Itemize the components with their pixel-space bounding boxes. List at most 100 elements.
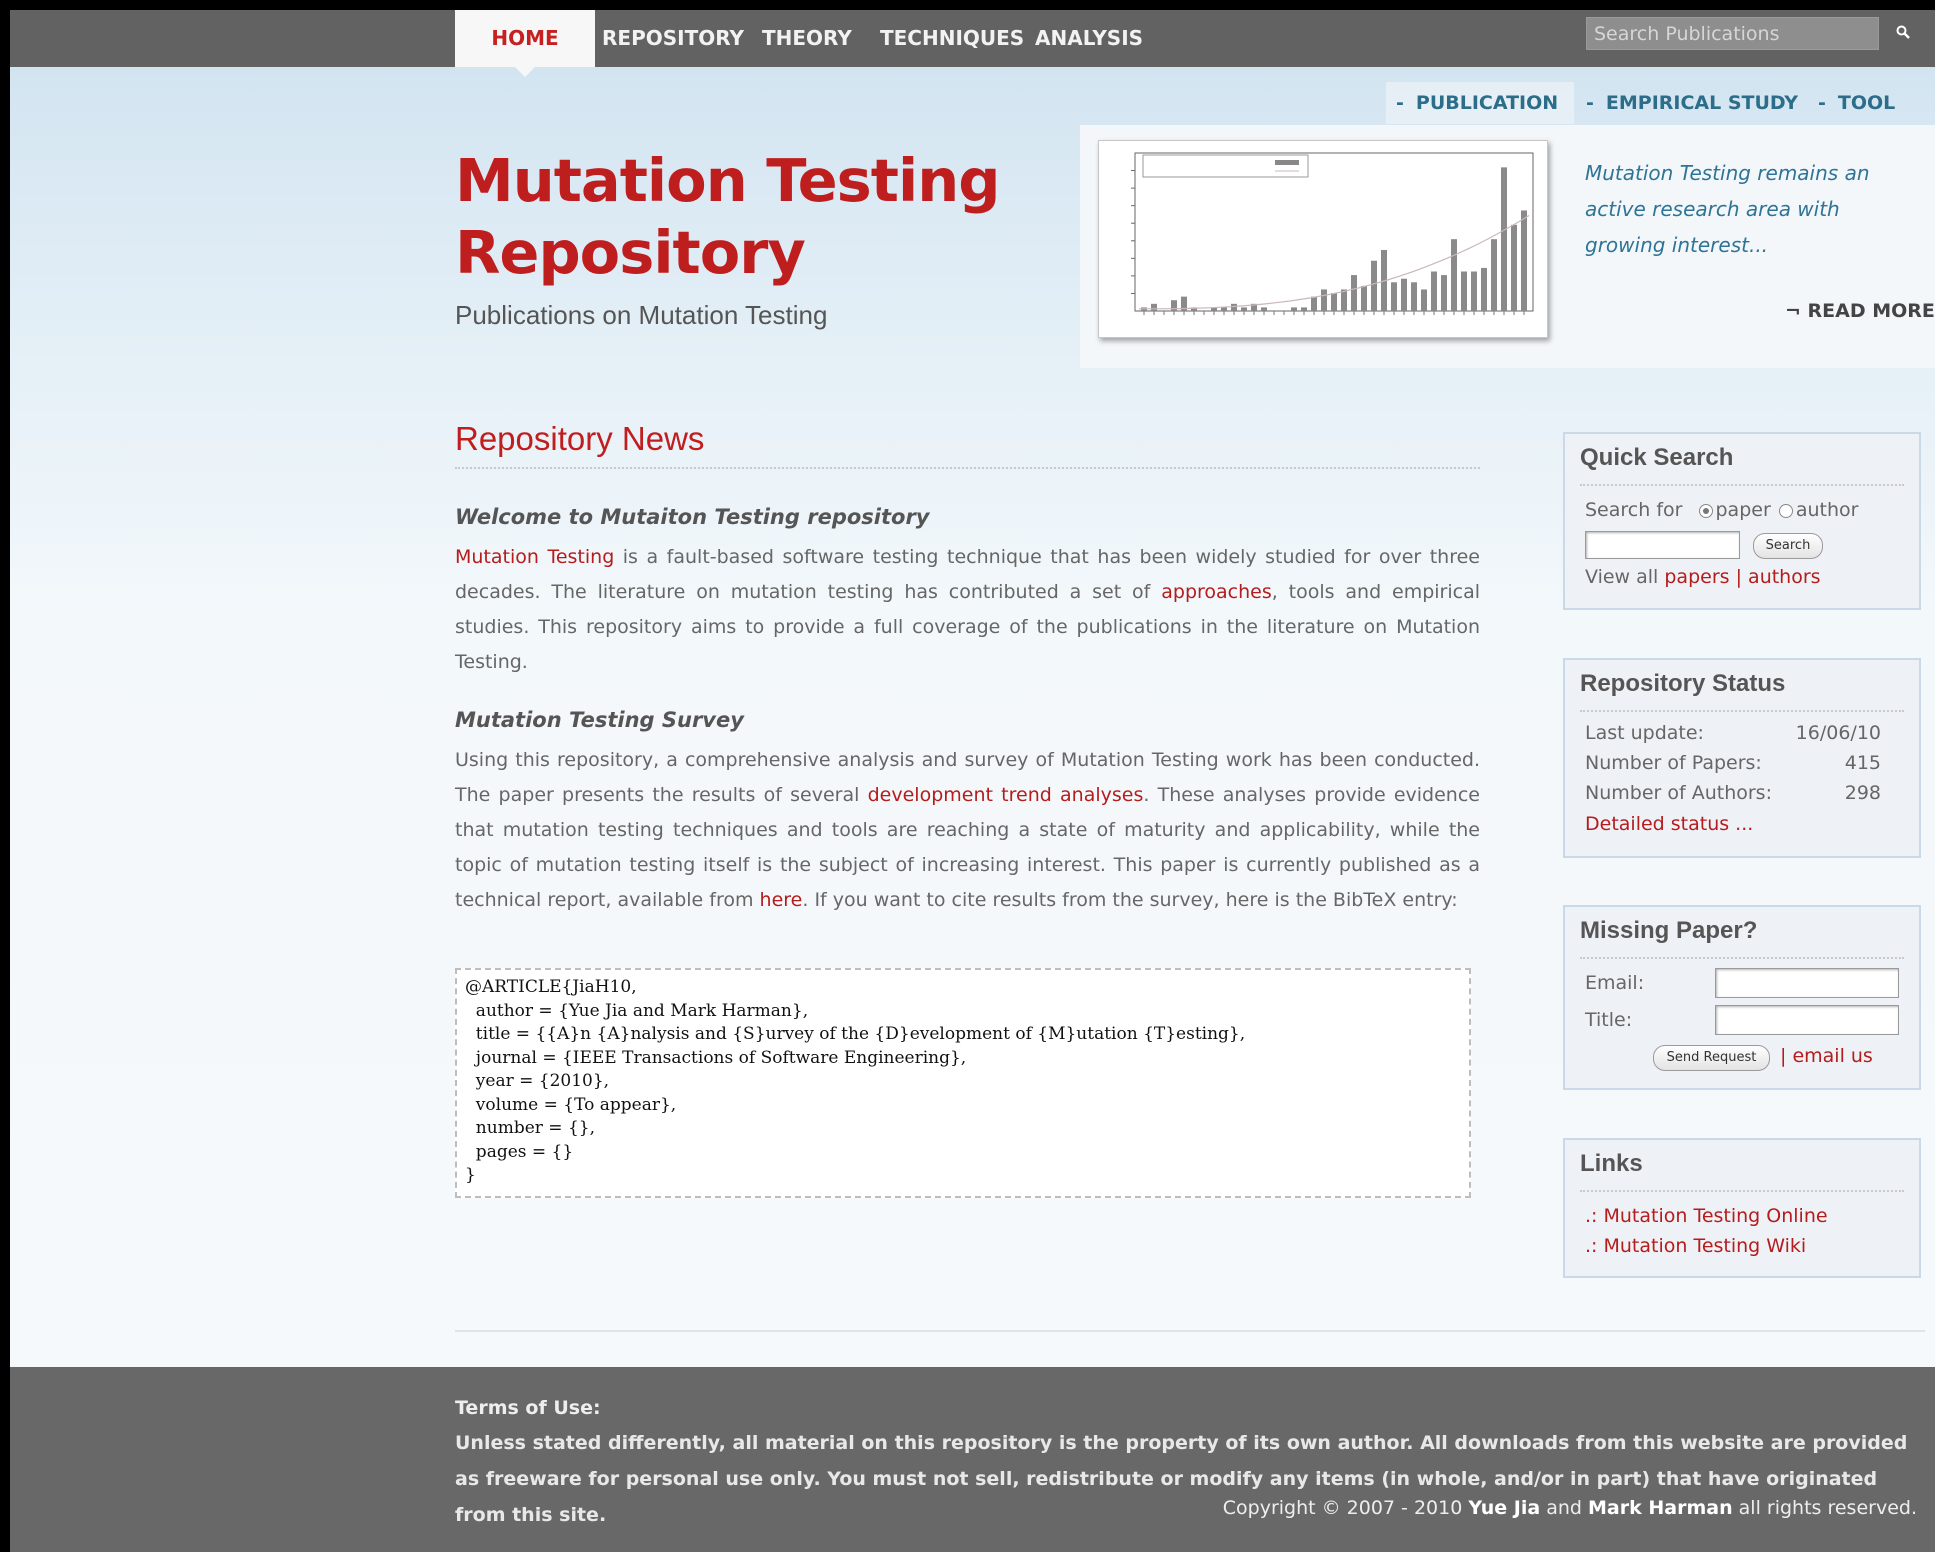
bullet-icon: - [1396, 92, 1404, 114]
tab-repository[interactable]: REPOSITORY [602, 10, 744, 67]
chart-bar [1481, 267, 1487, 311]
legend-box [1142, 154, 1309, 178]
missing-paper-box: Missing Paper? Email: Title: Send Reques… [1563, 905, 1921, 1090]
author-link[interactable]: Mark Harman [1588, 1497, 1733, 1519]
here-link[interactable]: here [760, 889, 803, 911]
box-title: Repository Status [1580, 670, 1786, 697]
trend-analyses-link[interactable]: development trend analyses [868, 784, 1144, 806]
chart-bar [1401, 278, 1407, 311]
chart-bar [1321, 289, 1327, 311]
chart-bar [1241, 307, 1247, 311]
status-value: 415 [1844, 752, 1881, 774]
box-title: Quick Search [1580, 444, 1734, 471]
bibtex-entry: @ARTICLE{JiaH10, author = {Yue Jia and M… [455, 968, 1471, 1198]
search-icon[interactable] [1896, 25, 1910, 39]
chart-bar [1291, 307, 1297, 311]
email-field[interactable] [1715, 968, 1899, 998]
approaches-link[interactable]: approaches [1161, 581, 1272, 603]
chart-bar [1501, 167, 1507, 311]
repository-status-box: Repository Status Last update: 16/06/10 … [1563, 658, 1921, 858]
tab-theory[interactable]: THEORY [762, 10, 852, 67]
chart-bar [1371, 260, 1377, 311]
author-link[interactable]: Yue Jia [1468, 1497, 1540, 1519]
chart-bar [1311, 296, 1317, 311]
copyright-prefix: Copyright © 2007 - 2010 [1222, 1497, 1463, 1519]
search-options: Search for paper author [1585, 499, 1858, 521]
mutation-testing-link[interactable]: Mutation Testing [455, 546, 614, 568]
bullet-icon: - [1818, 92, 1826, 114]
chart-bar [1361, 285, 1367, 311]
divider [455, 1330, 1925, 1332]
divider [1580, 1190, 1904, 1192]
view-all-label: View all [1585, 566, 1659, 588]
bullet-icon: - [1586, 92, 1594, 114]
detailed-status-link[interactable]: Detailed status ... [1585, 813, 1753, 835]
terms-label: Terms of Use: [455, 1397, 601, 1419]
chart-bar [1421, 289, 1427, 311]
chart-bar [1331, 293, 1337, 311]
chart-bar [1511, 224, 1517, 311]
quick-search-input[interactable] [1585, 531, 1740, 559]
search-for-label: Search for [1585, 499, 1683, 521]
chart-bar [1301, 307, 1307, 311]
tab-techniques[interactable]: TECHNIQUES [880, 10, 1024, 67]
email-label: Email: [1585, 972, 1645, 994]
papers-link[interactable]: papers [1664, 566, 1729, 588]
quick-search-box: Quick Search Search for paper author Sea… [1563, 432, 1921, 610]
divider [455, 467, 1480, 469]
subnav-publication[interactable]: - PUBLICATION [1386, 82, 1574, 124]
email-us-row: | email us [1780, 1045, 1873, 1067]
author-option-label: author [1795, 499, 1859, 521]
paper-radio[interactable] [1698, 503, 1713, 518]
chart-bar [1261, 307, 1267, 311]
chart-bar [1391, 282, 1397, 311]
browser-page: HOME REPOSITORY THEORY TECHNIQUES ANALYS… [10, 10, 1935, 1552]
subnav-label: EMPIRICAL STUDY [1605, 92, 1799, 114]
tab-home[interactable]: HOME [455, 10, 595, 77]
legend-swatch [1275, 160, 1299, 165]
chart-bar [1521, 210, 1527, 311]
publication-bar-chart [1131, 152, 1534, 315]
authors-link[interactable]: authors [1748, 566, 1821, 588]
status-label: Number of Authors: [1585, 782, 1772, 804]
chart-bar [1471, 271, 1477, 311]
box-title: Links [1580, 1150, 1643, 1177]
status-label: Last update: [1585, 722, 1704, 744]
paragraph-text: . If you want to cite results from the s… [802, 889, 1458, 911]
paper-option-label: paper [1715, 499, 1771, 521]
link-mutation-testing-wiki[interactable]: .: Mutation Testing Wiki [1585, 1235, 1806, 1257]
chart-bar [1341, 289, 1347, 311]
top-nav: HOME REPOSITORY THEORY TECHNIQUES ANALYS… [10, 10, 1935, 77]
chart-bar [1491, 239, 1497, 311]
links-box: Links .: Mutation Testing Online .: Muta… [1563, 1138, 1921, 1278]
chart-bar [1231, 303, 1237, 311]
subnav-label: TOOL [1837, 92, 1896, 114]
separator: | [1780, 1045, 1787, 1067]
email-us-link[interactable]: email us [1792, 1045, 1872, 1067]
divider [1580, 710, 1904, 712]
search-button[interactable]: Search [1753, 533, 1823, 559]
link-mutation-testing-online[interactable]: .: Mutation Testing Online [1585, 1205, 1828, 1227]
publication-chart[interactable] [1098, 140, 1548, 338]
subnav-tool[interactable]: - TOOL [1818, 82, 1895, 124]
tab-analysis[interactable]: ANALYSIS [1035, 10, 1143, 67]
search-input[interactable]: Search Publications [1586, 17, 1879, 50]
copyright-suffix: all rights reserved. [1738, 1497, 1917, 1519]
bibtex-code: @ARTICLE{JiaH10, author = {Yue Jia and M… [465, 977, 1246, 1185]
author-radio[interactable] [1778, 503, 1793, 518]
site-title-line: Repository [455, 218, 806, 287]
copyright-and: and [1546, 1497, 1582, 1519]
subnav-empirical-study[interactable]: - EMPIRICAL STUDY [1586, 82, 1798, 124]
footer: Terms of Use: Unless stated differently,… [10, 1367, 1935, 1552]
divider [1580, 484, 1904, 486]
chart-bar [1171, 300, 1177, 311]
feature-text: Mutation Testing remains an active resea… [1585, 161, 1870, 257]
title-field[interactable] [1715, 1005, 1899, 1035]
chart-bar [1461, 271, 1467, 311]
send-request-button[interactable]: Send Request [1653, 1045, 1770, 1071]
status-value: 298 [1844, 782, 1881, 804]
divider [1580, 957, 1904, 959]
chart-bar [1221, 307, 1227, 311]
read-more-link[interactable]: ¬ READ MORE [1785, 300, 1935, 322]
welcome-paragraph: Mutation Testing is a fault-based softwa… [455, 540, 1480, 680]
